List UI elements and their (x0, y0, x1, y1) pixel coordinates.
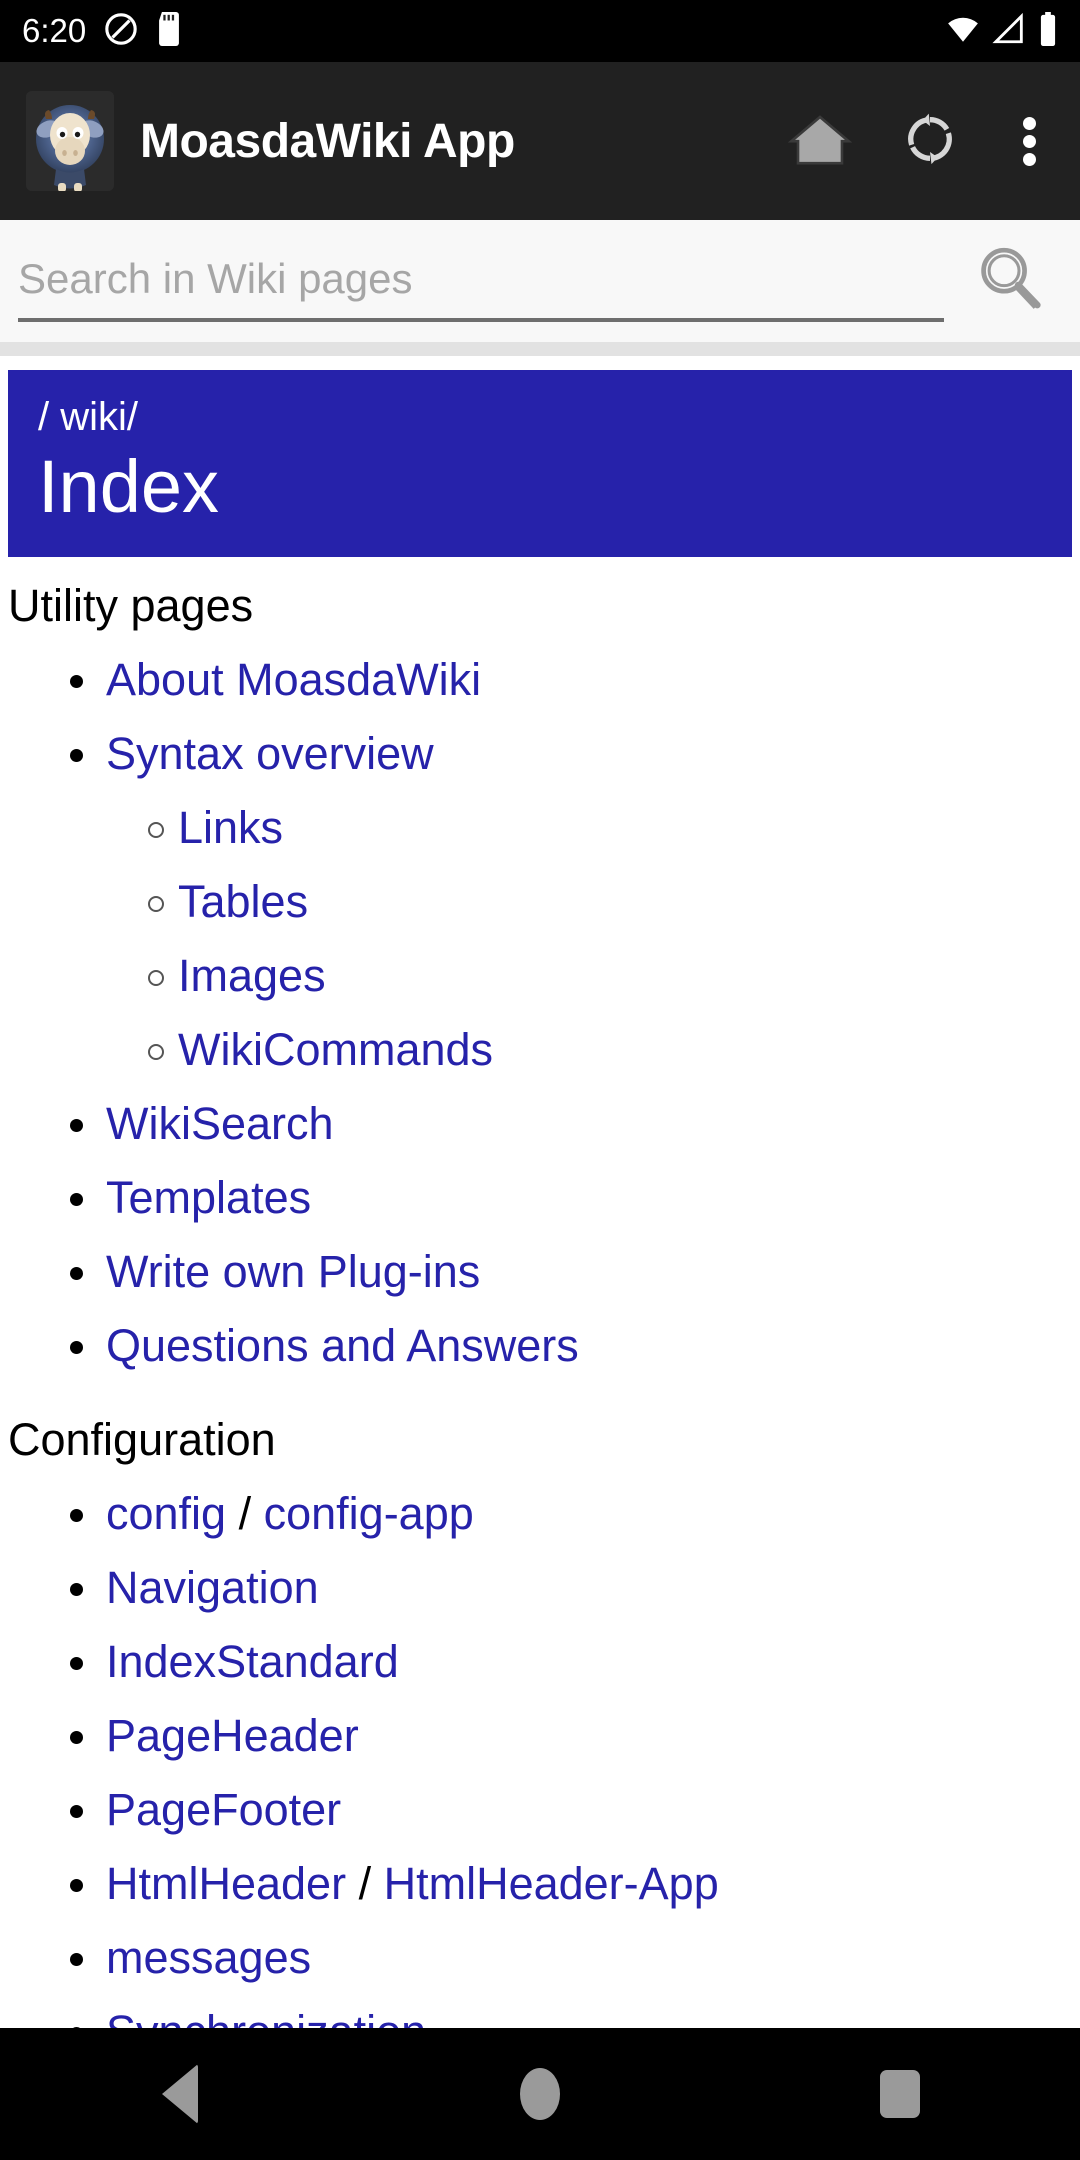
list-item: Images (106, 949, 1080, 1003)
home-circle-icon (520, 2068, 560, 2120)
list-item: WikiSearch (8, 1097, 1080, 1151)
link-synchronization[interactable]: Synchronization (106, 2006, 426, 2028)
app-viewport: 6:20 MoasdaWiki App Search in Wiki pages… (0, 0, 1080, 2028)
do-not-disturb-icon (104, 12, 138, 51)
search-input[interactable]: Search in Wiki pages (18, 240, 944, 322)
list-configuration: config / config-app Navigation IndexStan… (8, 1487, 1080, 2028)
overflow-menu-button[interactable] (994, 95, 1064, 187)
link-htmlheader-app[interactable]: HtmlHeader-App (384, 1858, 719, 1909)
wiki-content: Utility pages About MoasdaWiki Syntax ov… (0, 557, 1080, 2028)
link-navigation[interactable]: Navigation (106, 1562, 319, 1613)
link-templates[interactable]: Templates (106, 1172, 311, 1223)
recents-button[interactable] (820, 2028, 980, 2160)
list-item: IndexStandard (8, 1635, 1080, 1689)
wifi-icon (944, 12, 982, 51)
list-item: WikiCommands (106, 1023, 1080, 1077)
status-bar: 6:20 (0, 0, 1080, 62)
sync-button[interactable] (884, 95, 976, 187)
home-icon (787, 109, 853, 174)
list-item: Questions and Answers (8, 1319, 1080, 1373)
home-button[interactable] (774, 95, 866, 187)
link-tables[interactable]: Tables (178, 876, 308, 927)
breadcrumb[interactable]: / wiki/ (38, 394, 1042, 440)
link-separator: / (226, 1488, 264, 1540)
home-button[interactable] (460, 2028, 620, 2160)
link-about-moasdawiki[interactable]: About MoasdaWiki (106, 654, 481, 705)
link-indexstandard[interactable]: IndexStandard (106, 1636, 399, 1687)
banner-top-gap (0, 356, 1080, 370)
link-syntax-overview[interactable]: Syntax overview (106, 728, 434, 779)
status-bar-clock: 6:20 (22, 12, 87, 49)
link-separator: / (346, 1858, 384, 1910)
link-questions-and-answers[interactable]: Questions and Answers (106, 1320, 579, 1371)
link-wikicommands[interactable]: WikiCommands (178, 1024, 493, 1075)
cellular-signal-icon (992, 12, 1028, 51)
list-item: Write own Plug-ins (8, 1245, 1080, 1299)
list-item: Links (106, 801, 1080, 855)
list-item: config / config-app (8, 1487, 1080, 1541)
search-button[interactable] (956, 226, 1066, 336)
link-messages[interactable]: messages (106, 1932, 311, 1983)
link-htmlheader[interactable]: HtmlHeader (106, 1858, 346, 1909)
app-title: MoasdaWiki App (140, 114, 515, 168)
sd-card-icon (156, 11, 182, 51)
search-input-placeholder: Search in Wiki pages (18, 255, 413, 302)
list-item: Syntax overview Links Tables Images Wiki… (8, 727, 1080, 1077)
link-config[interactable]: config (106, 1488, 226, 1539)
list-item: messages (8, 1931, 1080, 1985)
list-utility-pages: About MoasdaWiki Syntax overview Links T… (8, 653, 1080, 1373)
search-divider (0, 342, 1080, 356)
list-item: About MoasdaWiki (8, 653, 1080, 707)
status-bar-left: 6:20 (22, 11, 182, 51)
link-links[interactable]: Links (178, 802, 283, 853)
battery-icon (1038, 11, 1058, 51)
list-item: Templates (8, 1171, 1080, 1225)
page-title: Index (38, 445, 220, 528)
system-navigation-bar (0, 2028, 1080, 2160)
app-bar: MoasdaWiki App (0, 62, 1080, 220)
link-write-own-plugins[interactable]: Write own Plug-ins (106, 1246, 480, 1297)
sublist-syntax-overview: Links Tables Images WikiCommands (106, 801, 1080, 1077)
link-pagefooter[interactable]: PageFooter (106, 1784, 341, 1835)
app-logo-icon (26, 91, 114, 191)
page-banner-wrapper: / wiki/ Index (0, 370, 1080, 558)
list-item: Synchronization (8, 2005, 1080, 2028)
list-item: PageHeader (8, 1709, 1080, 1763)
recents-square-icon (880, 2070, 920, 2118)
list-item: HtmlHeader / HtmlHeader-App (8, 1857, 1080, 1911)
page-banner: / wiki/ Index (8, 370, 1072, 558)
list-item: PageFooter (8, 1783, 1080, 1837)
kebab-menu-icon (1022, 112, 1036, 171)
link-wikisearch[interactable]: WikiSearch (106, 1098, 334, 1149)
sync-icon (901, 110, 959, 173)
section-heading-configuration: Configuration (8, 1414, 276, 1466)
search-icon (975, 243, 1047, 320)
back-triangle-icon (162, 2064, 198, 2124)
back-button[interactable] (100, 2028, 260, 2160)
link-images[interactable]: Images (178, 950, 326, 1001)
section-heading-utility-pages: Utility pages (8, 580, 254, 632)
status-bar-right (944, 11, 1058, 51)
app-bar-actions (774, 95, 1064, 187)
list-item: Tables (106, 875, 1080, 929)
link-config-app[interactable]: config-app (264, 1488, 474, 1539)
link-pageheader[interactable]: PageHeader (106, 1710, 359, 1761)
search-bar: Search in Wiki pages (0, 220, 1080, 342)
list-item: Navigation (8, 1561, 1080, 1615)
